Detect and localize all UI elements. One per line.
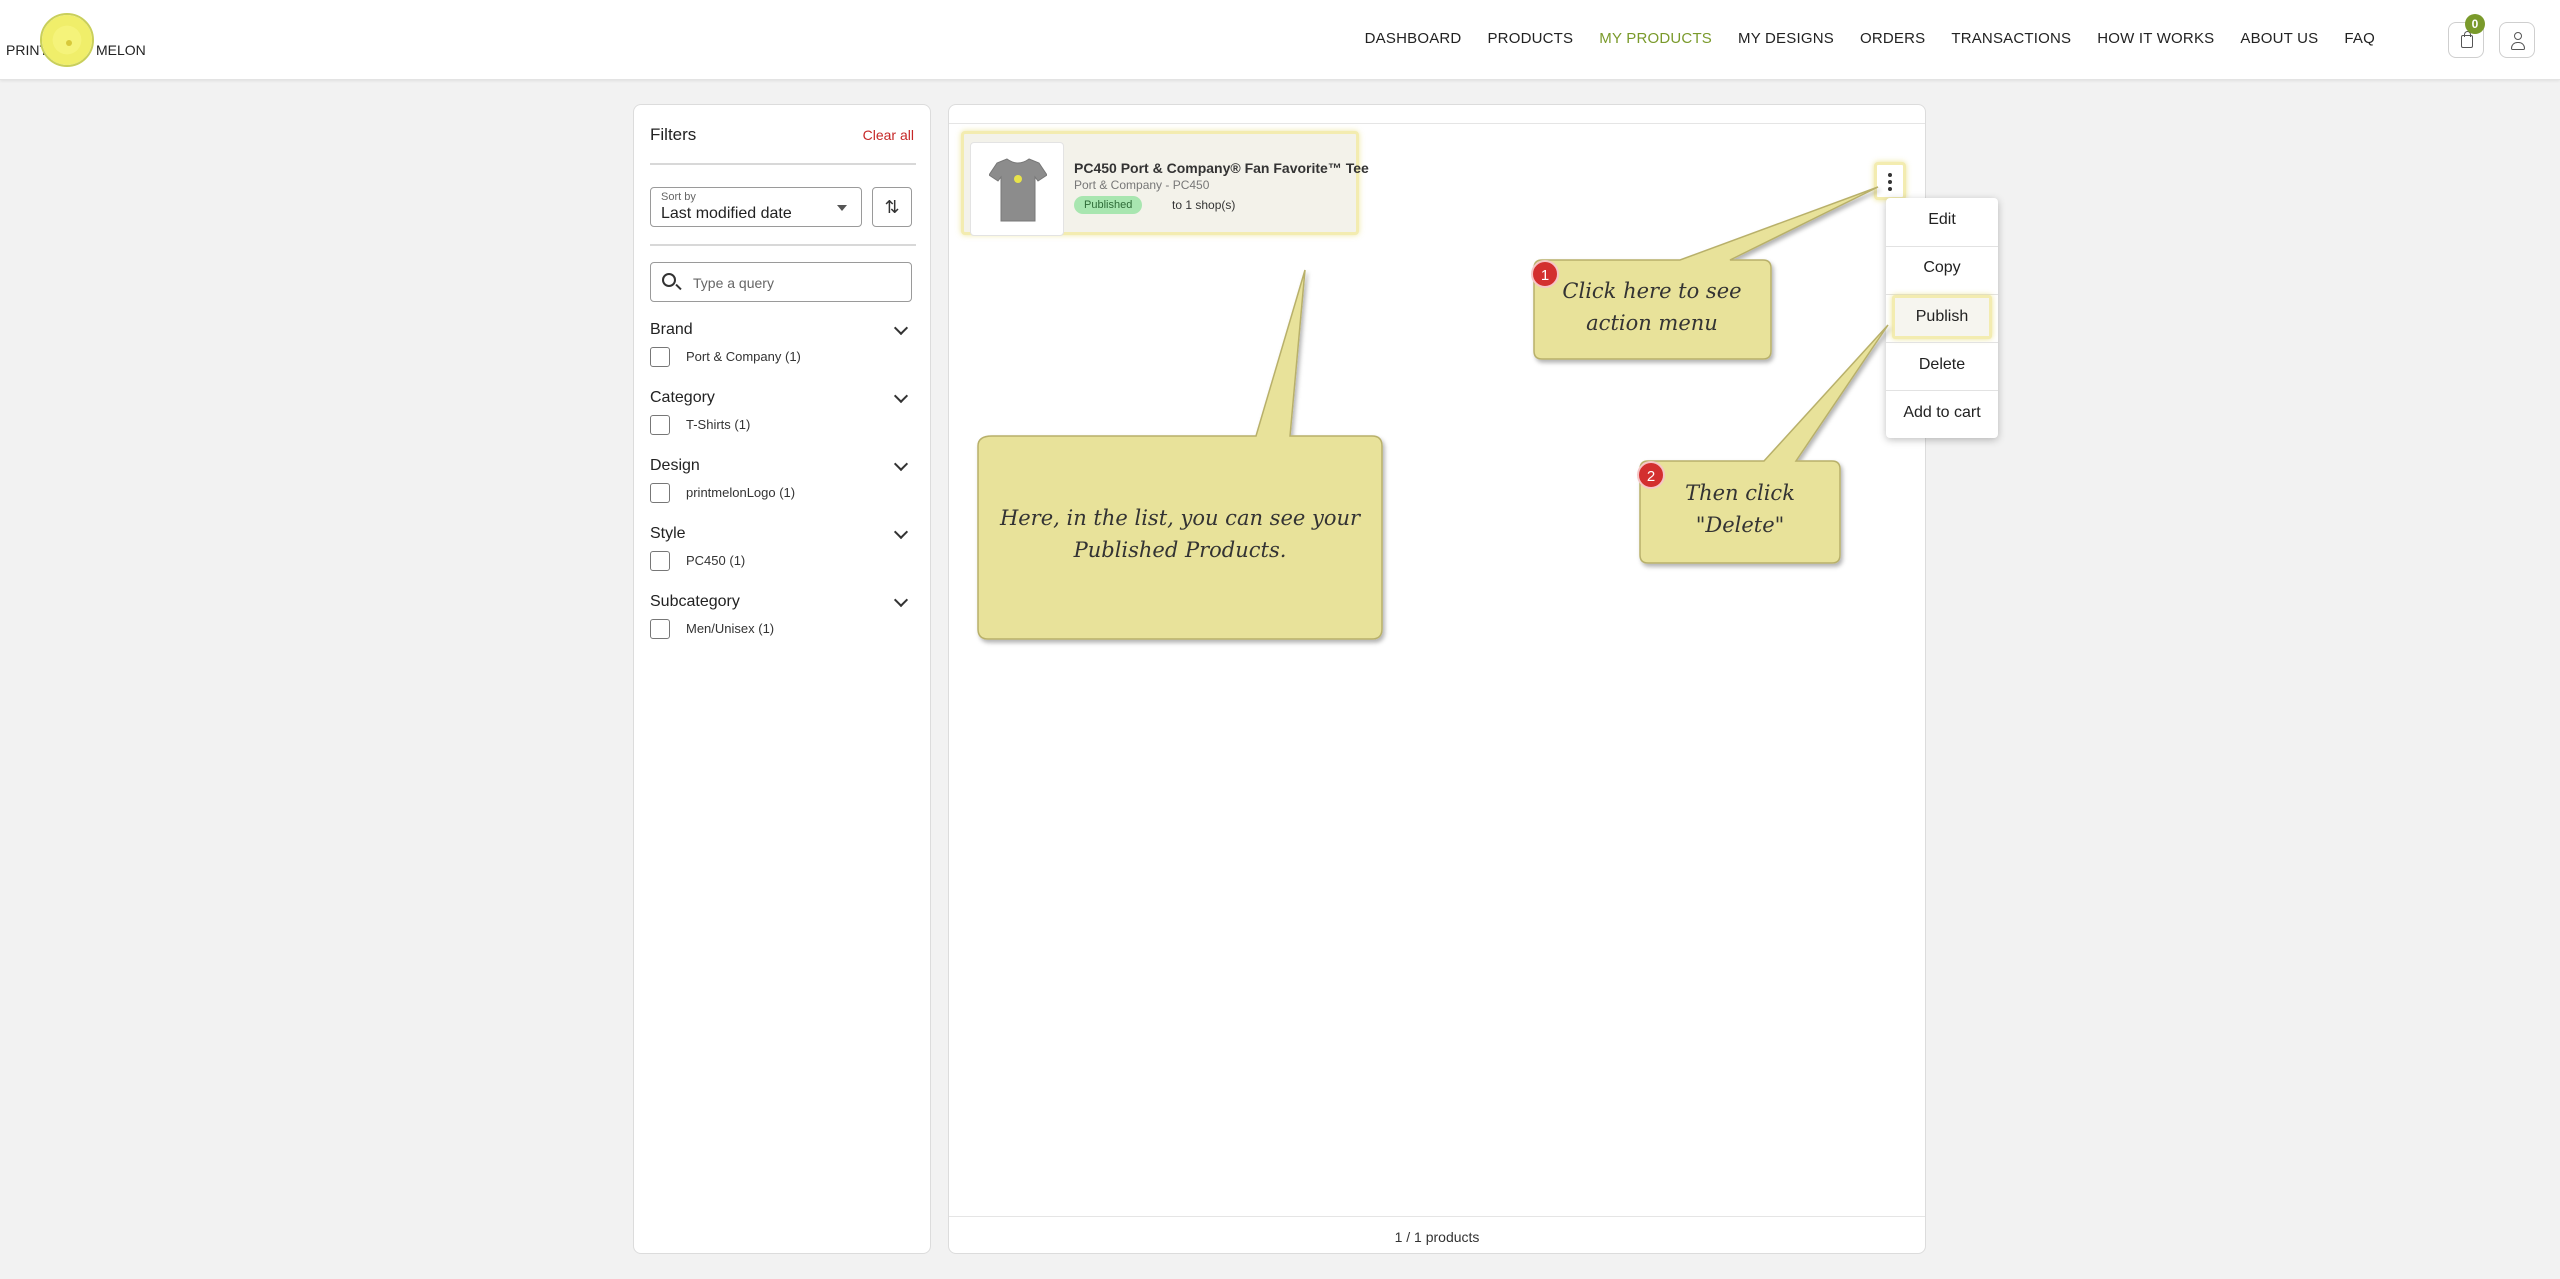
filter-group-title: Style <box>650 525 686 542</box>
checkbox[interactable] <box>650 619 670 639</box>
status-badge: Published <box>1074 196 1143 214</box>
filter-group-title: Design <box>650 457 700 474</box>
menu-item-copy[interactable]: Copy <box>1886 246 1998 290</box>
menu-item-delete[interactable]: Delete <box>1886 343 1998 387</box>
nav-my-products[interactable]: MY PRODUCTS <box>1586 30 1725 47</box>
sort-by-label: Sort by <box>661 191 696 203</box>
product-card[interactable]: PC450 Port & Company® Fan Favorite™ Tee … <box>961 131 1369 236</box>
filter-option-label: Men/Unisex (1) <box>686 621 775 636</box>
product-name: PC450 Port & Company® Fan Favorite™ Tee <box>1074 160 1369 176</box>
caret-down-icon <box>837 205 847 211</box>
nav-products[interactable]: PRODUCTS <box>1474 30 1586 47</box>
account-button[interactable] <box>2499 22 2535 58</box>
search-field[interactable] <box>650 262 912 302</box>
kebab-menu-icon <box>1888 180 1892 184</box>
nav-transactions[interactable]: TRANSACTIONS <box>1938 30 2084 47</box>
divider <box>650 244 916 246</box>
user-icon <box>2511 42 2525 50</box>
action-menu-button[interactable] <box>1874 162 1906 200</box>
tshirt-icon <box>989 158 1047 222</box>
cart-count-badge: 0 <box>2465 14 2485 34</box>
filters-panel: Filters Clear all Sort by Last modified … <box>633 104 931 1254</box>
main-nav: DASHBOARD PRODUCTS MY PRODUCTS MY DESIGN… <box>1352 30 2388 47</box>
nav-dashboard[interactable]: DASHBOARD <box>1352 30 1475 47</box>
filter-option-label: Port & Company (1) <box>686 349 801 364</box>
printmelon-logo[interactable]: PRINT MELON <box>6 10 146 70</box>
filter-group-title: Subcategory <box>650 593 740 610</box>
top-navbar: PRINT MELON DASHBOARD PRODUCTS MY PRODUC… <box>0 0 2560 80</box>
logo-text-melon: MELON <box>96 42 146 58</box>
action-menu: Edit Copy Publish Delete Add to cart <box>1886 198 1998 438</box>
filter-group-title: Brand <box>650 321 693 338</box>
nav-orders[interactable]: ORDERS <box>1847 30 1938 47</box>
kebab-menu-icon <box>1888 173 1892 177</box>
filter-group-subcategory: Subcategory Men/Unisex (1) <box>650 592 916 639</box>
nav-faq[interactable]: FAQ <box>2331 30 2388 47</box>
pagination-count: 1 / 1 products <box>1394 1229 1480 1245</box>
sort-by-value: Last modified date <box>661 205 792 222</box>
product-subtitle: Port & Company - PC450 <box>1074 178 1210 192</box>
filter-option-label: PC450 (1) <box>686 553 746 568</box>
user-icon-head <box>2514 32 2522 40</box>
filter-group-design: Design printmelonLogo (1) <box>650 456 916 503</box>
nav-my-designs[interactable]: MY DESIGNS <box>1725 30 1847 47</box>
menu-item-edit[interactable]: Edit <box>1886 198 1998 242</box>
products-panel: PC450 Port & Company® Fan Favorite™ Tee … <box>948 104 1926 1254</box>
checkbox[interactable] <box>650 415 670 435</box>
search-input[interactable] <box>693 271 903 295</box>
sort-arrows-icon: ⇅ <box>884 197 900 217</box>
clear-all-link[interactable]: Clear all <box>863 127 914 143</box>
nav-how-it-works[interactable]: HOW IT WORKS <box>2084 30 2227 47</box>
menu-item-publish[interactable]: Publish <box>1892 295 1992 339</box>
divider <box>949 1216 1925 1217</box>
filter-option-label: printmelonLogo (1) <box>686 485 796 500</box>
filter-group-brand: Brand Port & Company (1) <box>650 320 916 367</box>
kebab-menu-icon <box>1888 187 1892 191</box>
sort-by-select[interactable]: Sort by Last modified date <box>650 187 862 227</box>
filter-option-label: T-Shirts (1) <box>686 417 751 432</box>
divider <box>650 163 916 165</box>
checkbox[interactable] <box>650 347 670 367</box>
menu-item-add-to-cart[interactable]: Add to cart <box>1886 391 1998 435</box>
divider <box>949 123 1925 124</box>
nav-about-us[interactable]: ABOUT US <box>2227 30 2331 47</box>
shopping-bag-icon <box>2461 31 2473 48</box>
checkbox[interactable] <box>650 483 670 503</box>
product-thumbnail <box>970 142 1064 236</box>
published-shops-text: to 1 shop(s) <box>1172 198 1236 212</box>
sort-direction-button[interactable]: ⇅ <box>872 187 912 227</box>
search-icon <box>662 273 676 287</box>
checkbox[interactable] <box>650 551 670 571</box>
logo-center-dot <box>66 40 72 46</box>
filter-group-category: Category T-Shirts (1) <box>650 388 916 435</box>
filters-title: Filters <box>650 125 697 144</box>
filter-group-style: Style PC450 (1) <box>650 524 916 571</box>
filter-group-title: Category <box>650 389 715 406</box>
